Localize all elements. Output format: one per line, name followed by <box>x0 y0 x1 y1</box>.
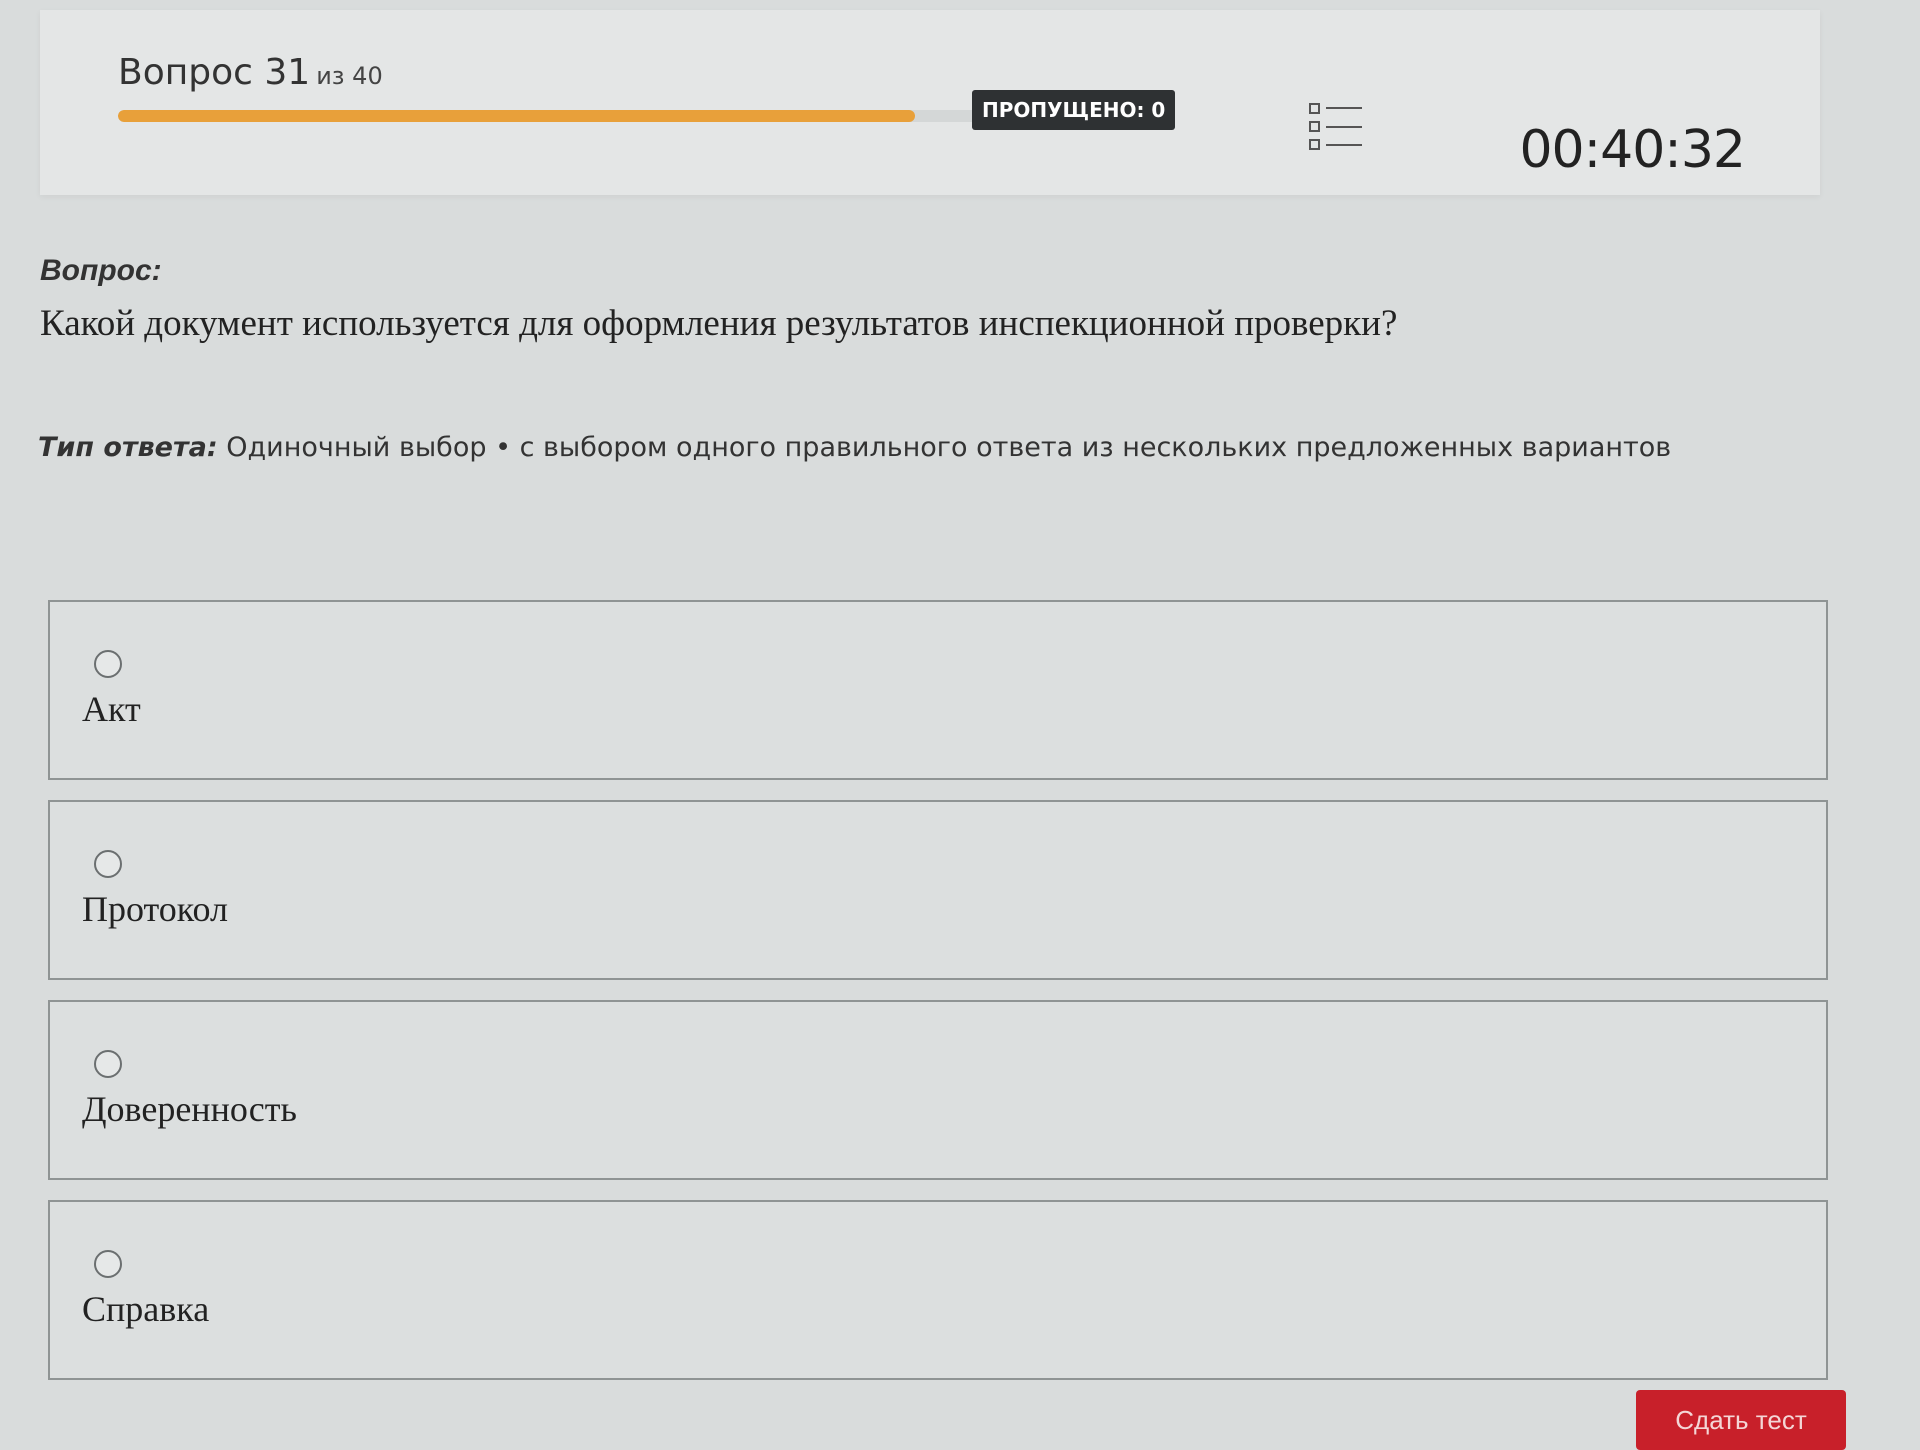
option-label: Акт <box>82 689 141 729</box>
question-text: Какой документ используется для оформлен… <box>40 303 1398 344</box>
option-doverennost[interactable]: Доверенность <box>48 1000 1828 1180</box>
question-label: Вопрос: <box>40 254 162 287</box>
answer-options: Акт Протокол Доверенность Справка <box>48 600 1828 1400</box>
radio-button[interactable] <box>94 1250 122 1278</box>
answer-type-label: Тип ответа: <box>38 432 218 463</box>
skipped-badge[interactable]: ПРОПУЩЕНО: 0 <box>972 90 1176 130</box>
question-list-icon[interactable] <box>1308 100 1364 156</box>
radio-button[interactable] <box>94 1050 122 1078</box>
question-number: Вопрос 31 <box>118 52 311 93</box>
submit-test-button[interactable]: Сдать тест <box>1636 1390 1846 1450</box>
radio-button[interactable] <box>94 650 122 678</box>
option-label: Доверенность <box>82 1089 297 1129</box>
option-spravka[interactable]: Справка <box>48 1200 1828 1380</box>
timer: 00:40:32 <box>1519 120 1746 180</box>
option-akt[interactable]: Акт <box>48 600 1828 780</box>
option-label: Справка <box>82 1289 210 1329</box>
answer-type: Тип ответа: Одиночный выбор • с выбором … <box>38 432 1671 463</box>
option-label: Протокол <box>82 889 228 929</box>
radio-button[interactable] <box>94 850 122 878</box>
test-header: Вопрос 31 из 40 ПРОПУЩЕНО: 0 00:40:32 <box>40 10 1820 195</box>
question-counter: Вопрос 31 из 40 <box>118 52 383 93</box>
question-total: из 40 <box>316 62 383 90</box>
progress-fill <box>118 110 915 122</box>
answer-type-value: Одиночный выбор • с выбором одного прави… <box>226 432 1672 463</box>
option-protokol[interactable]: Протокол <box>48 800 1828 980</box>
